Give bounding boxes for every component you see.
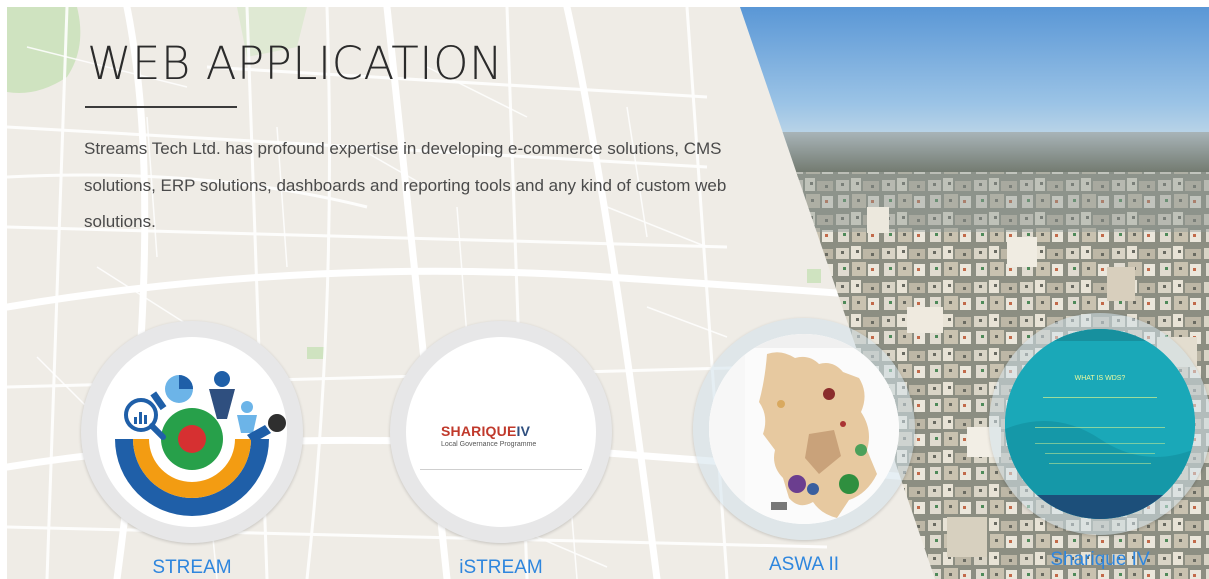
app-thumbnail-ring[interactable]: SHARIQUEIV Local Governance Programme <box>390 321 612 543</box>
section-title: WEB APPLICATION <box>87 37 504 90</box>
thumbnail-heading: WHAT IS WDS? <box>1074 375 1126 382</box>
app-thumbnail-ring[interactable] <box>81 321 303 543</box>
istream-thumbnail[interactable]: SHARIQUEIV Local Governance Programme <box>406 337 596 527</box>
app-link-aswa-ii[interactable]: ASWA II <box>693 554 915 576</box>
web-application-section: WEB APPLICATION Streams Tech Ltd. has pr… <box>7 7 1209 579</box>
aswa-thumbnail[interactable] <box>709 334 899 524</box>
app-card-istream[interactable]: SHARIQUEIV Local Governance Programme iS… <box>390 321 620 579</box>
map-thumbnail-icon <box>709 334 899 524</box>
app-thumbnail-ring[interactable] <box>693 318 915 540</box>
app-link-istream[interactable]: iSTREAM <box>390 557 612 579</box>
logo-main-text: SHARIQUE <box>441 423 517 439</box>
title-underline <box>85 106 237 108</box>
app-card-aswa[interactable]: ASWA II <box>693 318 923 579</box>
analytics-icon <box>115 371 286 516</box>
page-frame: WEB APPLICATION Streams Tech Ltd. has pr… <box>0 0 1209 579</box>
app-link-stream[interactable]: STREAM <box>81 557 303 579</box>
logo-divider <box>420 469 582 470</box>
sharique-logo-text: SHARIQUEIV <box>441 423 530 439</box>
app-thumbnail-ring[interactable]: WHAT IS WDS? <box>989 313 1209 535</box>
app-link-sharique-iv[interactable]: Sharique IV <box>989 549 1209 571</box>
sharique-iv-thumbnail[interactable]: WHAT IS WDS? <box>1005 329 1195 519</box>
section-description: Streams Tech Ltd. has profound expertise… <box>84 139 727 231</box>
logo-roman-text: IV <box>516 423 531 439</box>
teal-backdrop <box>1005 329 1195 519</box>
stream-thumbnail[interactable] <box>97 337 287 527</box>
app-card-stream[interactable]: STREAM <box>81 321 311 579</box>
sharique-logo-subtitle: Local Governance Programme <box>441 441 537 448</box>
app-card-sharique-iv[interactable]: WHAT IS WDS? Sharique IV <box>989 313 1209 579</box>
